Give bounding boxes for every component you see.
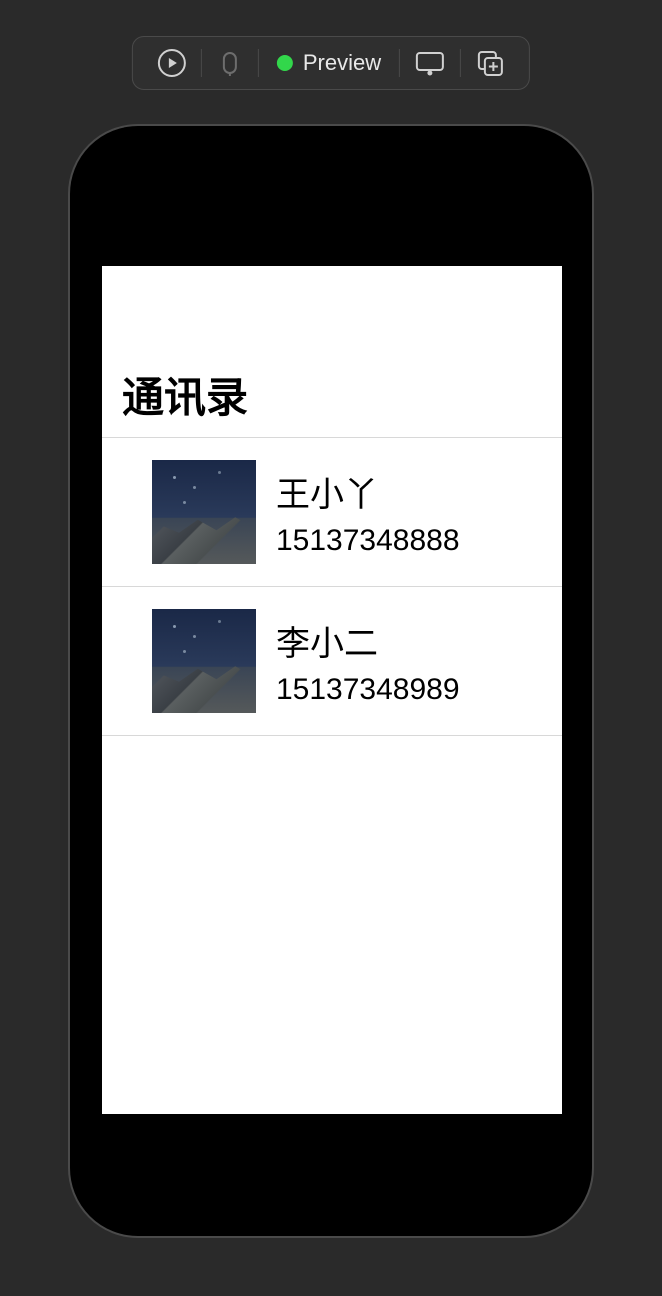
phone-screen: 通讯录 王小丫 15137348888 李小二 15137348989 (102, 266, 562, 1114)
preview-mode-button[interactable]: Preview (263, 43, 395, 83)
contact-name: 王小丫 (276, 467, 460, 516)
phone-frame: 通讯录 王小丫 15137348888 李小二 15137348989 (68, 124, 594, 1238)
add-window-icon (475, 48, 505, 78)
device-icon (414, 49, 446, 77)
avatar (152, 460, 256, 564)
separator (258, 49, 259, 77)
contact-row[interactable]: 王小丫 15137348888 (102, 438, 562, 587)
stop-icon (216, 49, 244, 77)
contact-phone: 15137348989 (276, 673, 460, 707)
add-window-button[interactable] (465, 43, 515, 83)
page-title: 通讯录 (102, 266, 562, 438)
avatar (152, 609, 256, 713)
play-icon (157, 48, 187, 78)
device-button[interactable] (404, 43, 456, 83)
contact-phone: 15137348888 (276, 524, 460, 558)
contact-row[interactable]: 李小二 15137348989 (102, 587, 562, 736)
preview-label: Preview (303, 50, 381, 76)
separator (460, 49, 461, 77)
contact-info: 王小丫 15137348888 (276, 467, 460, 558)
separator (399, 49, 400, 77)
stop-button[interactable] (206, 43, 254, 83)
preview-toolbar: Preview (132, 36, 530, 90)
run-button[interactable] (147, 43, 197, 83)
separator (201, 49, 202, 77)
contact-name: 李小二 (276, 616, 460, 665)
status-dot-icon (277, 55, 293, 71)
contact-info: 李小二 15137348989 (276, 616, 460, 707)
